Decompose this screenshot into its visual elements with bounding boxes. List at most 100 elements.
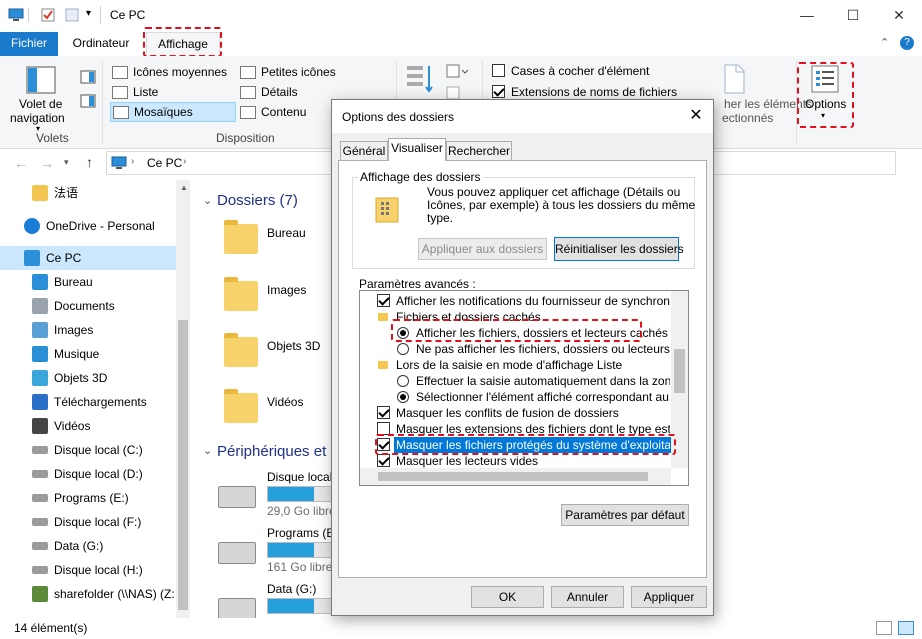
sidebar-item-3[interactable]: Bureau (0, 270, 176, 294)
breadcrumb[interactable]: Ce PC (147, 156, 182, 170)
drive-name[interactable]: Disque local (267, 470, 332, 484)
folder-icon[interactable] (224, 220, 258, 254)
apply-to-folders-button[interactable]: Appliquer aux dossiers (418, 238, 547, 260)
drive-icon[interactable] (218, 598, 256, 620)
up-icon[interactable]: ↑ (86, 154, 93, 170)
drive-name[interactable]: Programs (E (267, 526, 334, 540)
setting-checkbox[interactable] (377, 294, 390, 307)
scroll-up-icon[interactable]: ▲ (180, 183, 188, 192)
setting-label[interactable]: Masquer les conflits de fusion de dossie… (396, 405, 670, 421)
sidebar-item-5[interactable]: Images (0, 318, 176, 342)
setting-radio[interactable] (397, 391, 409, 403)
item-checkboxes-checkbox[interactable] (492, 64, 505, 77)
sidebar-item-11[interactable]: Disque local (D:) (0, 462, 176, 486)
add-columns-icon[interactable] (446, 86, 468, 100)
folder-label[interactable]: Bureau (267, 226, 306, 240)
close-button[interactable]: ✕ (876, 0, 922, 32)
minimize-button[interactable]: — (784, 0, 830, 32)
sidebar-item-12[interactable]: Programs (E:) (0, 486, 176, 510)
forward-icon[interactable]: → (40, 155, 54, 171)
folder-label[interactable]: Vidéos (267, 395, 303, 409)
maximize-button[interactable]: ☐ (830, 0, 876, 32)
layout-small-icons[interactable]: Petites icônes (240, 65, 336, 80)
layout-content[interactable]: Contenu (240, 105, 306, 120)
collapse-ribbon-icon[interactable]: ⌃ (880, 36, 889, 49)
ok-button[interactable]: OK (471, 586, 544, 608)
setting-label[interactable]: Ne pas afficher les fichiers, dossiers o… (416, 341, 670, 357)
large-icons-view-icon[interactable] (898, 621, 914, 635)
file-extensions-checkbox[interactable] (492, 85, 505, 98)
layout-list[interactable]: Liste (112, 85, 158, 100)
back-icon[interactable]: ← (14, 155, 28, 171)
setting-radio[interactable] (397, 375, 409, 387)
collapse-chevron-icon[interactable]: ⌄ (203, 444, 212, 457)
folder-icon[interactable] (224, 277, 258, 311)
setting-label[interactable]: Lors de la saisie en mode d'affichage Li… (396, 357, 670, 373)
customize-toolbar-icon[interactable]: ▾ (86, 8, 91, 19)
hide-selected-icon[interactable] (722, 64, 746, 94)
drive-icon[interactable] (218, 542, 256, 564)
restore-defaults-button[interactable]: Paramètres par défaut (561, 504, 689, 526)
breadcrumb-chevron-icon[interactable]: › (183, 156, 186, 167)
dialog-tab-search[interactable]: Rechercher (446, 141, 512, 160)
setting-label[interactable]: Sélectionner l'élément affiché correspon… (416, 389, 670, 405)
sidebar-item-1[interactable]: OneDrive - Personal (0, 214, 176, 238)
setting-radio[interactable] (397, 343, 409, 355)
navigation-pane-icon[interactable] (26, 66, 56, 94)
tab-computer[interactable]: Ordinateur (62, 32, 140, 56)
help-icon[interactable]: ? (900, 36, 914, 50)
hide-selected-label-2[interactable]: ectionnés (722, 111, 773, 125)
tab-file[interactable]: Fichier (0, 32, 58, 56)
properties-check-icon[interactable] (40, 8, 56, 22)
dialog-tab-general[interactable]: Général (340, 141, 388, 160)
collapse-chevron-icon[interactable]: ⌄ (203, 194, 212, 207)
sidebar-item-16[interactable]: sharefolder (\\NAS) (Z: (0, 582, 176, 606)
sidebar-item-6[interactable]: Musique (0, 342, 176, 366)
folder-icon[interactable] (224, 389, 258, 423)
dialog-close-icon[interactable]: ✕ (682, 104, 710, 128)
setting-label[interactable]: Masquer les lecteurs vides (396, 453, 670, 469)
nav-pane-label-2[interactable]: navigation (10, 111, 65, 125)
advanced-list-hscrollbar[interactable] (360, 468, 671, 485)
recent-locations-icon[interactable]: ▾ (64, 157, 69, 168)
layout-details[interactable]: Détails (240, 85, 298, 100)
sidebar-item-15[interactable]: Disque local (H:) (0, 558, 176, 582)
sidebar-item-14[interactable]: Data (G:) (0, 534, 176, 558)
folder-label[interactable]: Objets 3D (267, 339, 320, 353)
sidebar-item-8[interactable]: Téléchargements (0, 390, 176, 414)
sidebar-item-7[interactable]: Objets 3D (0, 366, 176, 390)
group-by-icon[interactable] (446, 64, 468, 78)
layout-tiles[interactable]: Mosaïques (110, 102, 236, 122)
reset-folders-button[interactable]: Réinitialiser les dossiers (554, 237, 684, 261)
folder-label[interactable]: Images (267, 283, 306, 297)
sidebar-item-2[interactable]: Ce PC (0, 246, 176, 270)
devices-header[interactable]: Périphériques et le (217, 443, 342, 460)
advanced-list-hscroll-thumb[interactable] (378, 472, 648, 481)
nav-pane-label[interactable]: Volet de (19, 97, 62, 111)
sidebar-item-13[interactable]: Disque local (F:) (0, 510, 176, 534)
sidebar-item-9[interactable]: Vidéos (0, 414, 176, 438)
details-pane-icon[interactable] (80, 94, 96, 108)
dialog-tab-view[interactable]: Visualiser (388, 138, 446, 161)
advanced-list-vscroll-thumb[interactable] (674, 349, 685, 393)
preview-pane-icon[interactable] (80, 70, 96, 84)
drive-name[interactable]: Data (G:) (267, 582, 316, 596)
cancel-button[interactable]: Annuler (551, 586, 624, 608)
layout-medium-icons[interactable]: Icônes moyennes (112, 65, 227, 80)
sidebar-item-4[interactable]: Documents (0, 294, 176, 318)
new-folder-icon[interactable] (64, 8, 80, 22)
setting-checkbox[interactable] (377, 406, 390, 419)
folders-header[interactable]: Dossiers (7) (217, 192, 298, 209)
sidebar-item-10[interactable]: Disque local (C:) (0, 438, 176, 462)
apply-button[interactable]: Appliquer (631, 586, 707, 608)
setting-label[interactable]: Effectuer la saisie automatiquement dans… (416, 373, 670, 389)
breadcrumb-chevron-icon[interactable]: › (131, 156, 134, 167)
nav-scrollbar-thumb[interactable] (178, 320, 188, 610)
windows-drive-icon[interactable] (218, 486, 256, 508)
sort-by-icon[interactable] (406, 64, 434, 94)
details-view-icon[interactable] (876, 621, 892, 635)
folder-icon[interactable] (224, 333, 258, 367)
sidebar-item-0[interactable]: 法语 (0, 181, 176, 205)
setting-checkbox[interactable] (377, 454, 390, 467)
setting-label[interactable]: Afficher les notifications du fournisseu… (396, 293, 670, 309)
